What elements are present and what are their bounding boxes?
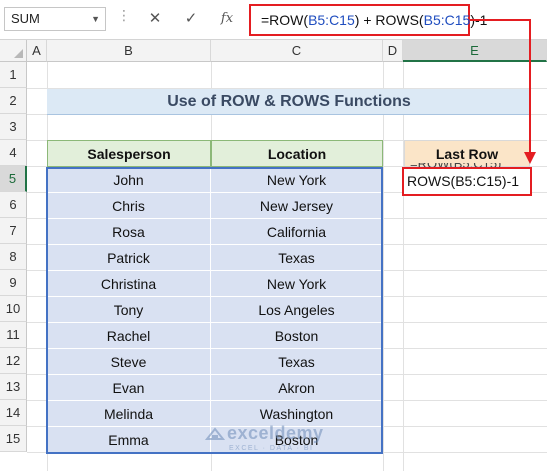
row-header[interactable]: 6: [0, 192, 27, 218]
salesperson-cell[interactable]: Emma: [47, 427, 211, 453]
row-header[interactable]: 4: [0, 140, 27, 166]
column-header-d[interactable]: D: [383, 40, 403, 62]
formula-part: =ROW(: [261, 12, 309, 28]
salesperson-cell[interactable]: Tony: [47, 297, 211, 323]
location-cell[interactable]: California: [211, 219, 383, 245]
location-cell[interactable]: Boston: [211, 323, 383, 349]
table-header-location[interactable]: Location: [211, 140, 383, 167]
row-header[interactable]: 7: [0, 218, 27, 244]
column-header-c[interactable]: C: [211, 40, 383, 62]
salesperson-cell[interactable]: Evan: [47, 375, 211, 401]
location-cell[interactable]: New Jersey: [211, 193, 383, 219]
salesperson-cell[interactable]: Melinda: [47, 401, 211, 427]
location-cell[interactable]: New York: [211, 271, 383, 297]
name-box[interactable]: SUM ▼: [4, 7, 106, 31]
salesperson-cell[interactable]: Steve: [47, 349, 211, 375]
callout-arrow-line: [529, 19, 531, 154]
formula-range-ref: B5:C15: [308, 12, 355, 28]
location-cell[interactable]: Texas: [211, 349, 383, 375]
row-header[interactable]: 1: [0, 62, 27, 88]
cancel-icon[interactable]: ✕: [144, 8, 166, 30]
salesperson-cell[interactable]: Rosa: [47, 219, 211, 245]
formula-bar: SUM ▼ ⋮ ✕ ✓ fx =ROW(B5:C15) + ROWS(B5:C1…: [0, 0, 547, 40]
formula-range-ref: B5:C15: [423, 12, 471, 28]
row-header[interactable]: 2: [0, 88, 27, 114]
row-header[interactable]: 10: [0, 296, 27, 322]
row-header[interactable]: 3: [0, 114, 27, 140]
watermark-text: exceldemy: [227, 423, 324, 443]
callout-arrow-head: [524, 152, 536, 164]
column-header-a[interactable]: A: [27, 40, 47, 62]
salesperson-cell[interactable]: John: [47, 167, 211, 193]
drag-handle-icon[interactable]: ⋮: [117, 8, 131, 22]
exceldemy-logo-icon: [205, 427, 225, 440]
location-cell[interactable]: New York: [211, 167, 383, 193]
location-cell[interactable]: Los Angeles: [211, 297, 383, 323]
enter-icon[interactable]: ✓: [180, 8, 202, 30]
column-header-b[interactable]: B: [47, 40, 211, 62]
row-header[interactable]: 14: [0, 400, 27, 426]
insert-function-icon[interactable]: fx: [216, 8, 238, 30]
select-all-corner[interactable]: [0, 40, 27, 62]
name-box-value: SUM: [11, 11, 40, 26]
row-header[interactable]: 5: [0, 166, 27, 192]
active-cell-e5[interactable]: ROWS(B5:C15)-1: [402, 167, 532, 196]
salesperson-cell[interactable]: Patrick: [47, 245, 211, 271]
salesperson-cell[interactable]: Rachel: [47, 323, 211, 349]
row-header[interactable]: 15: [0, 426, 27, 452]
callout-arrow-line: [470, 19, 531, 21]
row-header[interactable]: 13: [0, 374, 27, 400]
location-cell[interactable]: Akron: [211, 375, 383, 401]
watermark-logo: exceldemy EXCEL · DATA · BI: [205, 423, 355, 457]
row-header[interactable]: 8: [0, 244, 27, 270]
sheet-title[interactable]: Use of ROW & ROWS Functions: [47, 89, 531, 115]
formula-input[interactable]: =ROW(B5:C15) + ROWS(B5:C15)-1: [249, 4, 487, 36]
watermark-tagline: EXCEL · DATA · BI: [229, 445, 314, 452]
formula-part: ) + ROWS(: [354, 12, 424, 28]
salesperson-cell[interactable]: Chris: [47, 193, 211, 219]
location-cell[interactable]: Texas: [211, 245, 383, 271]
row-header[interactable]: 11: [0, 322, 27, 348]
row-header[interactable]: 12: [0, 348, 27, 374]
row-header[interactable]: 9: [0, 270, 27, 296]
column-header-e[interactable]: E: [403, 40, 547, 62]
table-header-salesperson[interactable]: Salesperson: [47, 140, 211, 167]
chevron-down-icon[interactable]: ▼: [91, 8, 100, 30]
salesperson-cell[interactable]: Christina: [47, 271, 211, 297]
